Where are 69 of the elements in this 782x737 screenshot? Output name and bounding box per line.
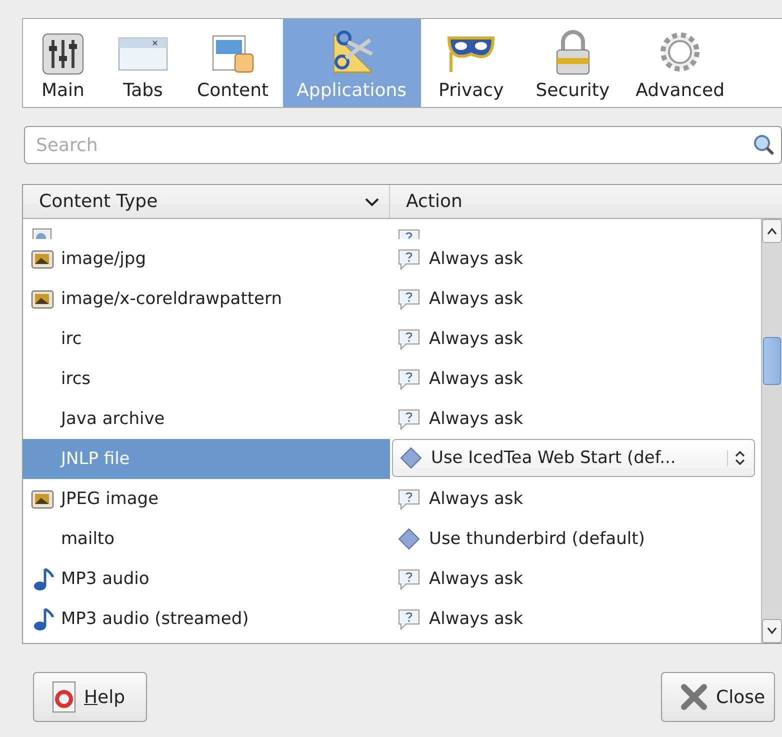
toolbar-tab[interactable]: Content [183,19,283,107]
content-type-text: image/x-coreldrawpattern [61,289,282,309]
close-button[interactable]: Close [661,672,775,722]
action-text: Always ask [429,289,524,309]
content-type-text: MP3 audio [61,569,150,589]
table-row[interactable]: image/jpg Always ask [23,239,761,279]
music-note-icon [31,566,55,592]
action-text: Always ask [429,609,524,629]
question-bubble-icon [397,287,421,311]
action-text: Always ask [429,329,524,349]
mixer-icon [41,32,85,76]
scroll-down-button[interactable] [762,619,782,643]
question-bubble-icon [397,247,421,271]
column-header-label: Content Type [39,191,158,212]
diamond-icon [397,527,421,551]
up-chevron-icon [767,227,777,235]
scroll-thumb[interactable] [763,337,781,385]
content-type-text: ircs [61,369,91,389]
image-file-icon [31,488,55,510]
action-dropdown[interactable]: Use IcedTea Web Start (def... [392,439,755,477]
toolbar-tab[interactable]: Advanced [624,19,737,107]
action-text: Always ask [429,369,524,389]
action-text: Always ask [429,569,524,589]
content-type-text: MP3 audio (streamed) [61,609,249,629]
table-row[interactable]: JPEG image Always ask [23,479,761,519]
question-bubble-icon [397,567,421,591]
sort-chevron-icon [365,196,379,206]
action-text: Always ask [429,409,524,429]
help-button[interactable]: Help [33,672,147,722]
table-row[interactable]: MP3 audio Always ask [23,559,761,599]
content-type-text: irc [61,329,82,349]
lifebuoy-icon [52,681,76,713]
table-row[interactable]: JNLP file Use IcedTea Web Start (def... [23,439,761,479]
action-text: Use thunderbird (default) [429,529,645,549]
scroll-up-button[interactable] [762,219,782,243]
toolbar-tab[interactable]: Main [23,19,103,107]
table-row[interactable]: ircs Always ask [23,359,761,399]
content-type-text: Java archive [61,409,165,429]
diamond-icon [399,446,423,470]
music-note-icon [31,606,55,632]
toolbar-tab[interactable]: Tabs [103,19,183,107]
table-row[interactable]: image/x-coreldrawpattern Always ask [23,279,761,319]
content-type-text: JNLP file [61,449,130,469]
updown-chevron-icon [734,450,746,466]
search-field[interactable]: Search [24,126,782,164]
column-header[interactable]: Content Type [23,185,390,218]
content-type-text: mailto [61,529,114,549]
table-row[interactable]: MP3 audio (streamed) Always ask [23,599,761,639]
table-row[interactable]: irc Always ask [23,319,761,359]
table-row[interactable]: Java archive Always ask [23,399,761,439]
question-bubble-icon [397,407,421,431]
question-bubble-icon [397,487,421,511]
question-bubble-icon [397,327,421,351]
scrollbar[interactable] [761,219,782,643]
content-type-text: image/jpg [61,249,146,269]
question-bubble-icon [397,607,421,631]
action-text: Always ask [429,489,524,509]
search-icon [752,133,776,157]
close-icon [680,683,708,711]
question-bubble-icon [397,367,421,391]
toolbar-tab[interactable]: Security [522,19,624,107]
image-file-icon [31,248,55,270]
toolbar-tab[interactable]: Privacy [420,19,522,107]
action-text: Always ask [429,249,524,269]
column-header[interactable]: Action [390,185,782,218]
image-file-icon [31,288,55,310]
table-row[interactable]: mailto Use thunderbird (default) [23,519,761,559]
content-type-text: JPEG image [61,489,159,509]
down-chevron-icon [767,627,777,635]
